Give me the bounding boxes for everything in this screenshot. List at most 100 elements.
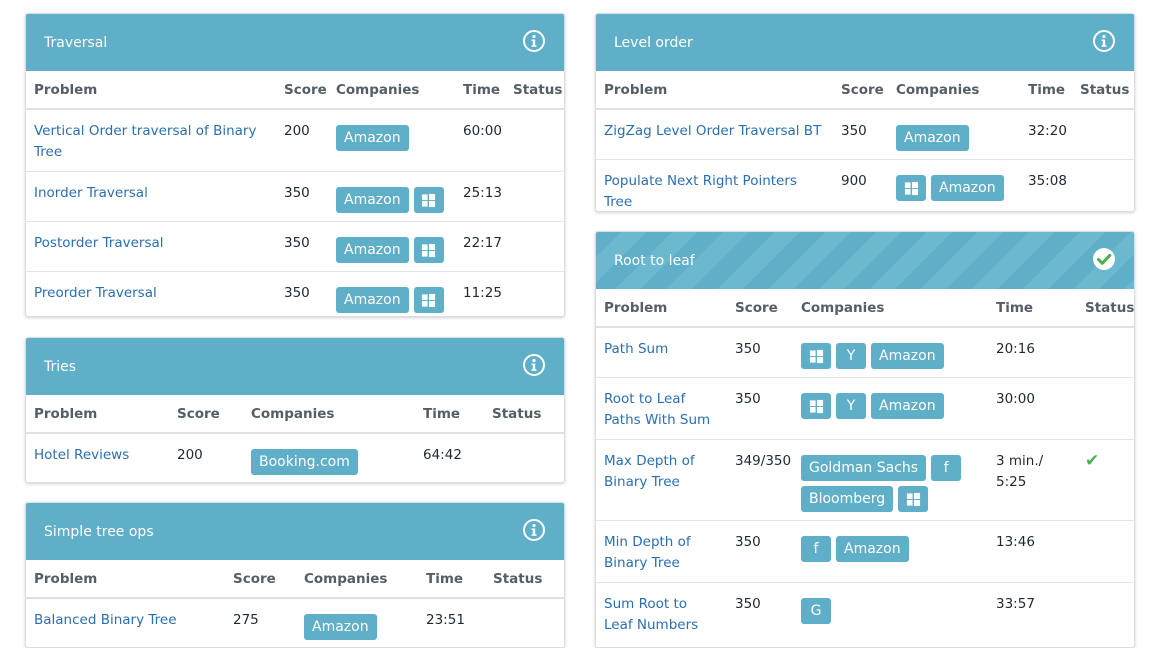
table-row: Hotel Reviews 200 Booking.com 64:42 [26,433,564,482]
company-tag[interactable]: Bloomberg [801,486,894,512]
companies-cell: G [793,583,988,645]
problem-link[interactable]: Root to Leaf Paths With Sum [604,391,710,428]
table-row: Sum Root to Leaf Numbers 350 G 33:57 [596,583,1134,645]
panel-header: Simple tree ops [26,503,564,560]
panel-traversal: Traversal Problem Score Companies Time Statu… [25,13,565,317]
table-row: ZigZag Level Order Traversal BT 350 Amazon… [596,109,1134,160]
column-header-time: Time [415,395,484,434]
company-tag[interactable]: Amazon [336,187,409,213]
company-tag[interactable]: Amazon [336,125,409,151]
problem-cell: Max Depth of Binary Tree [596,439,727,521]
table-row: Populate Next Right Pointers Tree 900 Amaz… [596,160,1134,212]
score-value: 350 [735,596,761,612]
table-header-row: Problem Score Companies Time Status [596,289,1134,328]
info-icon[interactable] [1092,29,1116,57]
yahoo-icon[interactable]: Y [836,343,866,369]
company-tag[interactable]: Amazon [871,393,944,419]
windows-icon[interactable] [801,393,831,419]
score-value: 350 [833,109,888,160]
panel-level-order: Level order Problem Score Companies Time Sta… [595,13,1135,212]
windows-icon[interactable] [801,343,831,369]
column-header-status: Status [1077,289,1134,328]
time-value: 22:17 [455,221,505,272]
column-header-time: Time [455,71,505,110]
company-tag[interactable]: Amazon [836,536,909,562]
panel-title: Traversal [44,34,108,51]
problem-cell: Sum Root to Leaf Numbers [596,583,727,645]
problem-link[interactable]: ZigZag Level Order Traversal BT [604,123,821,139]
windows-icon[interactable] [898,486,929,512]
company-tag[interactable]: Amazon [304,614,377,640]
windows-icon[interactable] [413,237,444,263]
column-header-problem: Problem [26,395,169,434]
company-tag[interactable]: Amazon [336,287,409,313]
score-value: 200 [177,447,203,463]
windows-icon[interactable] [896,175,926,201]
check-icon: ✔ [1085,451,1100,471]
yahoo-icon[interactable]: Y [836,393,866,419]
problem-link[interactable]: Populate Next Right Pointers Tree [604,173,797,210]
problem-cell: Inorder Traversal [26,171,276,222]
table-header-row: Problem Score Companies Time Status [26,560,564,599]
status-cell [1077,583,1134,645]
companies-cell: Amazon [296,598,418,647]
check-circle-icon[interactable] [1092,247,1116,275]
time-value: 23:51 [426,612,465,628]
time-value: 60:00 [455,109,505,172]
problem-link[interactable]: Sum Root to Leaf Numbers [604,596,698,633]
time-value: 33:57 [996,596,1035,612]
panel-title: Tries [44,358,77,375]
table-row: Postorder Traversal 350 Amazon 22:17 [26,221,564,272]
panel-header: Root to leaf [596,232,1134,289]
column-header-companies: Companies [793,289,988,328]
problem-link[interactable]: Hotel Reviews [34,447,129,463]
company-tags: Amazon [896,171,1012,201]
company-tag[interactable]: Amazon [336,237,409,263]
problem-link[interactable]: Path Sum [604,341,668,357]
companies-cell: Amazon [328,109,455,172]
facebook-icon[interactable]: f [801,536,831,562]
problem-cell: Root to Leaf Paths With Sum [596,377,727,440]
panel-header: Level order [596,14,1134,71]
company-tag[interactable]: Amazon [871,343,944,369]
company-tag[interactable]: Goldman Sachs [801,455,927,481]
google-icon[interactable]: G [801,598,831,624]
panel-root-to-leaf: Root to leaf Problem Score Companies Time St… [595,231,1135,648]
status-cell [505,272,564,317]
panel-title: Simple tree ops [44,523,154,540]
info-icon[interactable] [522,353,546,381]
problems-table: Problem Score Companies Time Status Balanced … [26,560,564,647]
status-cell [484,433,564,482]
problem-link[interactable]: Vertical Order traversal of Binary Tree [34,123,256,160]
problems-table: Problem Score Companies Time Status ZigZag Le… [596,71,1134,212]
status-cell [1072,160,1134,212]
score-value: 350 [276,171,328,222]
problem-link[interactable]: Min Depth of Binary Tree [604,534,691,571]
problem-link[interactable]: Postorder Traversal [34,235,164,251]
problem-link[interactable]: Preorder Traversal [34,285,157,301]
company-tag[interactable]: Amazon [931,175,1004,201]
table-row: Preorder Traversal 350 Amazon 11:25 [26,272,564,317]
windows-icon[interactable] [413,287,444,313]
column-header-time: Time [1020,71,1072,110]
problem-link[interactable]: Inorder Traversal [34,185,148,201]
company-tags: Y Amazon [801,389,980,419]
company-tag[interactable]: Booking.com [251,449,358,475]
info-icon[interactable] [522,518,546,546]
table-row: Max Depth of Binary Tree 349/350 Goldman S… [596,439,1134,521]
column-header-companies: Companies [888,71,1020,110]
problem-link[interactable]: Balanced Binary Tree [34,612,177,628]
column-header-time: Time [988,289,1077,328]
table-row: Inorder Traversal 350 Amazon 25:13 [26,171,564,222]
problem-link[interactable]: Max Depth of Binary Tree [604,453,695,490]
score-value: 350 [727,377,793,440]
windows-icon[interactable] [413,187,444,213]
info-icon[interactable] [522,29,546,57]
facebook-icon[interactable]: f [931,455,962,481]
company-tag[interactable]: Amazon [896,125,969,151]
column-header-companies: Companies [296,560,418,599]
problem-cell: Min Depth of Binary Tree [596,520,727,583]
column-header-score: Score [276,71,328,110]
panel-header: Tries [26,338,564,395]
problem-cell: Vertical Order traversal of Binary Tree [26,109,276,172]
